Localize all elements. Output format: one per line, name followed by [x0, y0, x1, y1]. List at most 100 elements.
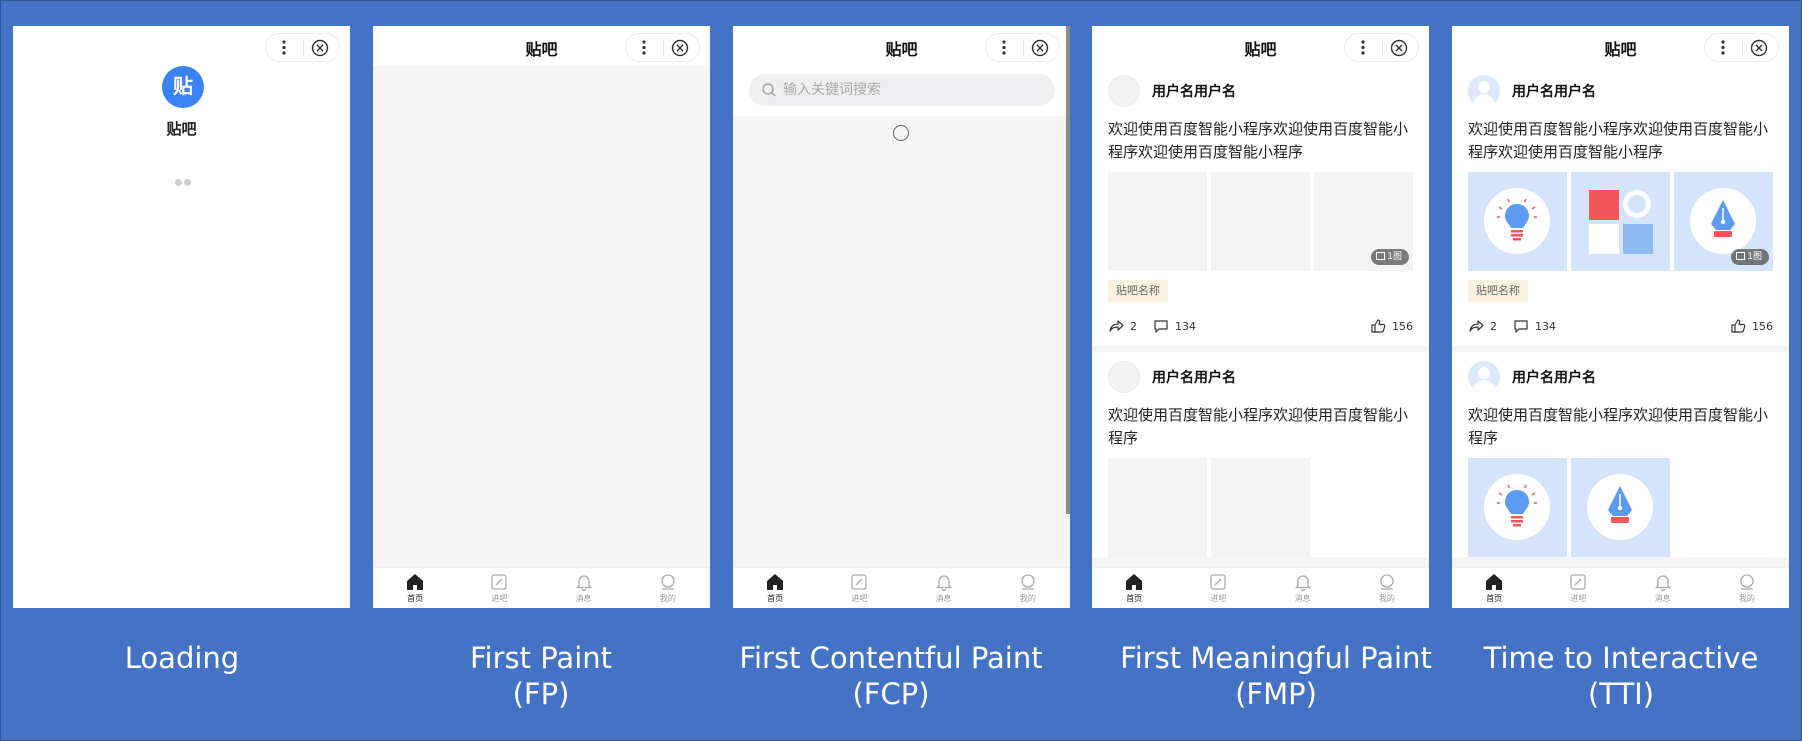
tab-messages[interactable]: 消息 — [542, 568, 626, 608]
post-card[interactable]: 用户名用户名 欢迎使用百度智能小程序欢迎使用百度智能小程序欢迎使用百度智能小程序… — [1092, 66, 1429, 346]
tab-home[interactable]: 首页 — [1092, 568, 1176, 608]
like-button[interactable]: 156 — [1370, 318, 1413, 334]
close-icon[interactable] — [1031, 39, 1049, 57]
comment-count: 134 — [1175, 319, 1196, 333]
post-card[interactable]: 用户名用户名 欢迎使用百度智能小程序欢迎使用百度智能小程序欢迎使用百度智能小程序 — [1452, 66, 1789, 346]
tab-label: 首页 — [1126, 594, 1143, 603]
lightbulb-image[interactable] — [1468, 172, 1567, 271]
more-icon[interactable] — [1000, 38, 1008, 57]
more-icon[interactable] — [1359, 38, 1367, 57]
search-placeholder: 输入关键词搜索 — [783, 82, 881, 98]
close-icon[interactable] — [1390, 39, 1408, 57]
share-count: 2 — [1130, 319, 1137, 333]
image-placeholder[interactable] — [1108, 172, 1207, 271]
comment-button[interactable]: 134 — [1153, 318, 1196, 334]
avatar-placeholder[interactable] — [1108, 75, 1140, 107]
content-area — [733, 66, 1070, 568]
bell-icon — [935, 575, 952, 592]
tab-bar: 首页 进吧 消息 我的 — [1452, 567, 1789, 608]
share-button[interactable]: 2 — [1468, 318, 1497, 334]
avatar-placeholder[interactable] — [1108, 361, 1140, 393]
tab-bars[interactable]: 进吧 — [817, 568, 901, 608]
phone-first-meaningful-paint: 贴吧 用户名用户名 欢迎使用百度智能小程序欢迎使用百度智能小程序欢迎使用百度智能… — [1092, 26, 1429, 608]
thumbs-up-icon — [1371, 319, 1386, 333]
search-input[interactable]: 输入关键词搜索 — [749, 74, 1055, 106]
share-count: 2 — [1490, 319, 1497, 333]
tab-bars[interactable]: 进吧 — [1176, 568, 1260, 608]
shapes-image[interactable] — [1571, 172, 1670, 271]
tab-messages[interactable]: 消息 — [1621, 568, 1705, 608]
tab-bar: 首页 进吧 消息 我的 — [1092, 567, 1429, 608]
tab-bars[interactable]: 进吧 — [457, 568, 541, 608]
tab-label: 我的 — [659, 594, 676, 603]
mini-program-capsule[interactable] — [265, 33, 340, 62]
more-icon[interactable] — [280, 38, 288, 57]
edit-icon — [1210, 574, 1227, 590]
tab-mine[interactable]: 我的 — [986, 568, 1070, 608]
tab-messages[interactable]: 消息 — [1261, 568, 1345, 608]
image-placeholder[interactable] — [1211, 458, 1310, 557]
pen-nib-icon — [1608, 486, 1632, 523]
more-icon[interactable] — [640, 38, 648, 57]
more-icon[interactable] — [1719, 38, 1727, 57]
avatar[interactable] — [1468, 75, 1500, 107]
tab-mine[interactable]: 我的 — [626, 568, 710, 608]
post-text: 欢迎使用百度智能小程序欢迎使用百度智能小程序 — [1108, 406, 1409, 447]
pen-image[interactable] — [1571, 458, 1670, 557]
thumbs-up-icon — [1731, 319, 1746, 333]
lightbulb-image[interactable] — [1468, 458, 1567, 557]
caption-tti: Time to Interactive (TTI) — [1483, 641, 1759, 711]
post-actions: 2 134 156 — [1108, 306, 1413, 346]
image-placeholder[interactable] — [1108, 458, 1207, 557]
tab-label: 我的 — [1019, 594, 1036, 603]
blank-content — [373, 66, 710, 568]
username[interactable]: 用户名用户名 — [1512, 81, 1596, 101]
bar-name-tag[interactable]: 贴吧名称 — [1468, 280, 1528, 302]
tab-bar: 首页 进吧 消息 我的 — [733, 567, 1070, 608]
close-icon[interactable] — [311, 39, 329, 57]
edit-icon — [851, 574, 868, 590]
bar-name-tag[interactable]: 贴吧名称 — [1108, 280, 1168, 302]
username[interactable]: 用户名用户名 — [1512, 367, 1596, 387]
close-icon[interactable] — [1750, 39, 1768, 57]
close-icon[interactable] — [671, 39, 689, 57]
tab-label: 消息 — [935, 594, 952, 603]
capsule-divider — [1023, 40, 1024, 56]
avatar[interactable] — [1468, 361, 1500, 393]
post-text: 欢迎使用百度智能小程序欢迎使用百度智能小程序欢迎使用百度智能小程序 — [1468, 120, 1769, 161]
image-placeholder[interactable] — [1211, 172, 1310, 271]
post-images: 1图 — [1468, 172, 1773, 271]
tab-mine[interactable]: 我的 — [1705, 568, 1789, 608]
comment-button[interactable]: 134 — [1513, 318, 1556, 334]
mini-program-capsule[interactable] — [625, 33, 700, 62]
phone-loading: 贴 贴吧 — [13, 26, 350, 608]
tab-mine[interactable]: 我的 — [1345, 568, 1429, 608]
tab-home[interactable]: 首页 — [373, 568, 457, 608]
tab-bars[interactable]: 进吧 — [1536, 568, 1620, 608]
image-placeholder[interactable]: 1图 — [1314, 172, 1413, 271]
home-icon — [1486, 574, 1503, 590]
tab-label: 我的 — [1378, 594, 1395, 603]
phone-time-to-interactive: 贴吧 用户名用户名 欢迎使用百度智能小程序欢迎使用百度智能小程序欢迎使用百度智能… — [1452, 26, 1789, 608]
mini-program-capsule[interactable] — [1344, 33, 1419, 62]
scrollbar[interactable] — [1066, 26, 1070, 514]
mini-program-capsule[interactable] — [985, 33, 1060, 62]
share-button[interactable]: 2 — [1108, 318, 1137, 334]
username[interactable]: 用户名用户名 — [1152, 81, 1236, 101]
home-icon — [407, 574, 424, 590]
tab-home[interactable]: 首页 — [733, 568, 817, 608]
pen-image[interactable]: 1图 — [1674, 172, 1773, 271]
capsule-divider — [1742, 40, 1743, 56]
tab-home[interactable]: 首页 — [1452, 568, 1536, 608]
tab-messages[interactable]: 消息 — [902, 568, 986, 608]
mini-program-capsule[interactable] — [1704, 33, 1779, 62]
lightbulb-icon — [1497, 484, 1537, 527]
post-card[interactable]: 用户名用户名 欢迎使用百度智能小程序欢迎使用百度智能小程序 — [1092, 352, 1429, 557]
edit-icon — [1570, 574, 1587, 590]
phone-first-contentful-paint: 贴吧 输入关键词搜索 首页 进吧 消息 我的 — [733, 26, 1070, 608]
like-button[interactable]: 156 — [1730, 318, 1773, 334]
username[interactable]: 用户名用户名 — [1152, 367, 1236, 387]
lightbulb-icon — [1497, 198, 1537, 241]
post-card[interactable]: 用户名用户名 欢迎使用百度智能小程序欢迎使用百度智能小程序 — [1452, 352, 1789, 557]
bell-icon — [575, 575, 592, 592]
